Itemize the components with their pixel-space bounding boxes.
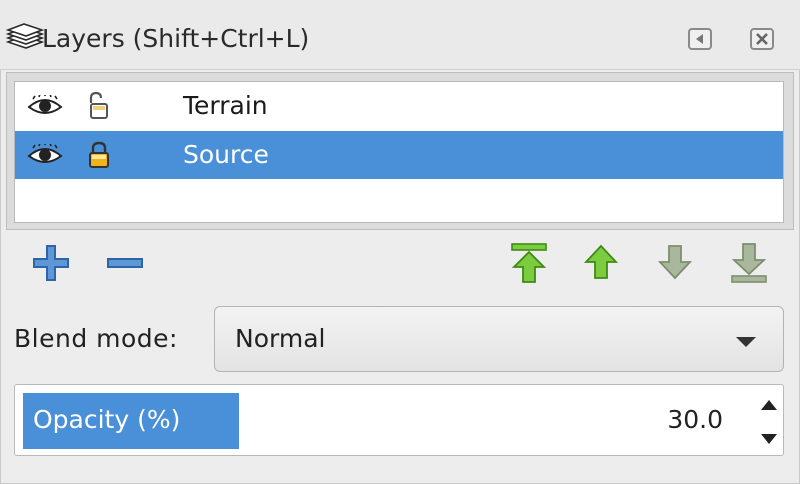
locked-padlock-icon[interactable] — [87, 141, 111, 169]
triangle-up-icon — [761, 400, 777, 410]
layers-icon — [5, 22, 46, 58]
visibility-eye-icon[interactable] — [27, 93, 63, 117]
arrow-up-icon — [583, 244, 619, 279]
layer-name: Source — [183, 140, 269, 169]
lower-to-bottom-button[interactable] — [726, 240, 772, 286]
panel-title-bar: Layers (Shift+Ctrl+L) — [0, 0, 800, 70]
arrow-to-bottom-icon — [731, 243, 767, 283]
blend-mode-label: Blend mode: — [14, 324, 178, 353]
raise-layer-button[interactable] — [578, 240, 624, 286]
triangle-down-icon — [761, 434, 777, 444]
raise-to-top-button[interactable] — [506, 240, 552, 286]
add-layer-button[interactable] — [28, 240, 74, 286]
remove-layer-button[interactable] — [102, 240, 148, 286]
layer-row-source[interactable]: Source — [15, 131, 783, 179]
lower-layer-button[interactable] — [652, 240, 698, 286]
layer-list[interactable]: Terrain Source — [14, 81, 784, 223]
collapse-panel-button[interactable] — [688, 28, 712, 50]
panel-title: Layers (Shift+Ctrl+L) — [42, 24, 310, 53]
chevron-down-icon — [735, 333, 757, 352]
layer-row-terrain[interactable]: Terrain — [15, 82, 783, 130]
plus-icon — [33, 245, 69, 281]
opacity-value[interactable]: 30.0 — [667, 403, 723, 437]
minus-icon — [107, 258, 143, 268]
layer-name: Terrain — [183, 91, 268, 120]
close-panel-button[interactable] — [750, 28, 774, 50]
spin-up-button[interactable] — [759, 397, 779, 411]
unlocked-padlock-icon[interactable] — [87, 91, 111, 120]
collapse-left-icon — [696, 34, 703, 44]
blend-mode-dropdown[interactable]: Normal — [214, 306, 784, 372]
opacity-spinbutton[interactable]: Opacity (%) 30.0 — [14, 384, 784, 456]
arrow-down-icon — [657, 245, 693, 280]
spin-down-button[interactable] — [759, 431, 779, 445]
close-icon — [756, 33, 768, 45]
visibility-eye-icon[interactable] — [27, 142, 63, 166]
blend-mode-value: Normal — [235, 324, 326, 353]
arrow-to-top-icon — [511, 243, 547, 283]
opacity-label: Opacity (%) — [33, 405, 181, 434]
